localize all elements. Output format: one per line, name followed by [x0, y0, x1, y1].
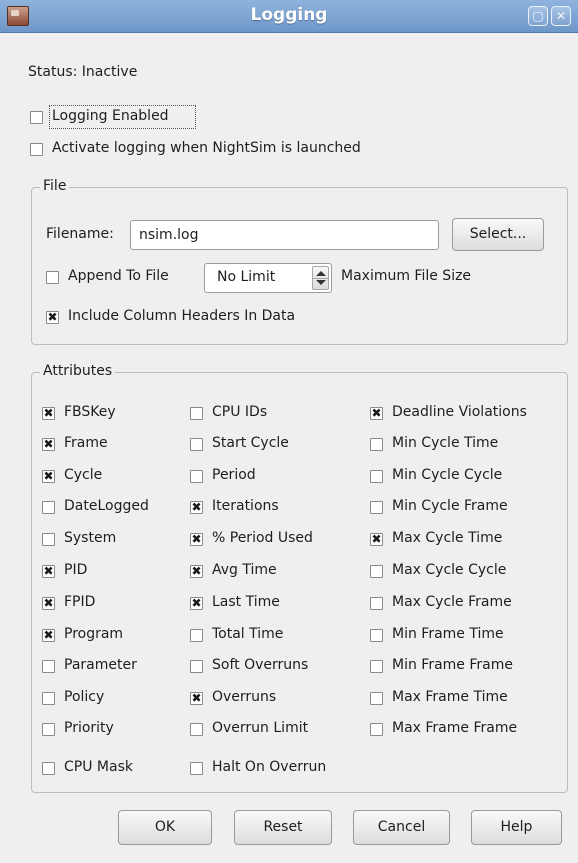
include-headers-checkbox[interactable]: ✖	[46, 311, 59, 324]
attr-iterations-label[interactable]: Iterations	[212, 498, 279, 514]
attr-halt-on-overrun-checkbox[interactable]	[190, 762, 203, 775]
attr-last-time-checkbox[interactable]: ✖	[190, 597, 203, 610]
attr-system-checkbox[interactable]	[42, 533, 55, 546]
attr-fpid-label[interactable]: FPID	[64, 594, 95, 610]
spin-arrows-icon[interactable]	[312, 266, 329, 290]
attr-overrun-limit-checkbox[interactable]	[190, 723, 203, 736]
attr-parameter-label[interactable]: Parameter	[64, 657, 137, 673]
attr-max-frame-frame-checkbox[interactable]	[370, 723, 383, 736]
attr-min-cycle-cycle-checkbox[interactable]	[370, 470, 383, 483]
attr-max-cycle-time-label[interactable]: Max Cycle Time	[392, 530, 502, 546]
append-to-file-checkbox[interactable]	[46, 271, 59, 284]
attr-cpu-mask-label[interactable]: CPU Mask	[64, 759, 133, 775]
help-button[interactable]: Help	[471, 810, 562, 845]
attr-max-frame-frame-label[interactable]: Max Frame Frame	[392, 720, 517, 736]
activate-on-launch-checkbox[interactable]	[30, 143, 43, 156]
attr-halt-on-overrun-label[interactable]: Halt On Overrun	[212, 759, 326, 775]
attr-pid-checkbox[interactable]: ✖	[42, 565, 55, 578]
attr-start-cycle-checkbox[interactable]	[190, 438, 203, 451]
reset-button[interactable]: Reset	[234, 810, 332, 845]
attr-system-label[interactable]: System	[64, 530, 116, 546]
attr-max-cycle-cycle-label[interactable]: Max Cycle Cycle	[392, 562, 506, 578]
attr-cycle-label[interactable]: Cycle	[64, 467, 102, 483]
attr-total-time-label[interactable]: Total Time	[212, 626, 283, 642]
attr-deadline-violations-checkbox[interactable]: ✖	[370, 407, 383, 420]
attr-period-checkbox[interactable]	[190, 470, 203, 483]
attr-min-frame-time-label[interactable]: Min Frame Time	[392, 626, 504, 642]
attr-overruns-checkbox[interactable]: ✖	[190, 692, 203, 705]
attr-min-cycle-frame-label[interactable]: Min Cycle Frame	[392, 498, 508, 514]
attr-cpu-ids-label[interactable]: CPU IDs	[212, 404, 267, 420]
attr-max-cycle-cycle-checkbox[interactable]	[370, 565, 383, 578]
attr-deadline-violations-label[interactable]: Deadline Violations	[392, 404, 527, 420]
maximize-icon[interactable]: ▢	[528, 6, 548, 26]
attr-overrun-limit-label[interactable]: Overrun Limit	[212, 720, 308, 736]
attr-min-cycle-time-label[interactable]: Min Cycle Time	[392, 435, 498, 451]
attr-period-used-label[interactable]: % Period Used	[212, 530, 313, 546]
filename-label: Filename:	[46, 226, 114, 242]
attr-avg-time-checkbox[interactable]: ✖	[190, 565, 203, 578]
ok-button[interactable]: OK	[118, 810, 212, 845]
attr-last-time-label[interactable]: Last Time	[212, 594, 280, 610]
select-file-button[interactable]: Select...	[452, 218, 544, 251]
window-title: Logging	[250, 5, 328, 25]
attr-cpu-mask-checkbox[interactable]	[42, 762, 55, 775]
append-to-file-label[interactable]: Append To File	[68, 268, 169, 284]
attr-frame-checkbox[interactable]: ✖	[42, 438, 55, 451]
logging-enabled-checkbox[interactable]	[30, 111, 43, 124]
attr-cpu-ids-checkbox[interactable]	[190, 407, 203, 420]
spin-down-icon[interactable]	[316, 280, 326, 285]
spin-up-icon[interactable]	[316, 271, 326, 276]
attr-min-frame-time-checkbox[interactable]	[370, 629, 383, 642]
max-file-size-value: No Limit	[217, 269, 276, 285]
file-group-title: File	[40, 178, 70, 194]
attr-period-used-checkbox[interactable]: ✖	[190, 533, 203, 546]
logging-enabled-label[interactable]: Logging Enabled	[52, 108, 169, 124]
attr-parameter-checkbox[interactable]	[42, 660, 55, 673]
attr-min-cycle-frame-checkbox[interactable]	[370, 501, 383, 514]
attr-start-cycle-label[interactable]: Start Cycle	[212, 435, 289, 451]
attr-min-cycle-time-checkbox[interactable]	[370, 438, 383, 451]
attr-priority-checkbox[interactable]	[42, 723, 55, 736]
attr-max-frame-time-label[interactable]: Max Frame Time	[392, 689, 508, 705]
attr-priority-label[interactable]: Priority	[64, 720, 114, 736]
status-label: Status: Inactive	[28, 64, 138, 80]
close-icon[interactable]: ✕	[551, 6, 571, 26]
attr-policy-checkbox[interactable]	[42, 692, 55, 705]
max-file-size-spinbox[interactable]: No Limit	[204, 263, 332, 293]
attr-pid-label[interactable]: PID	[64, 562, 87, 578]
attr-policy-label[interactable]: Policy	[64, 689, 104, 705]
attr-soft-overruns-checkbox[interactable]	[190, 660, 203, 673]
attr-fpid-checkbox[interactable]: ✖	[42, 597, 55, 610]
attr-min-frame-frame-checkbox[interactable]	[370, 660, 383, 673]
attr-iterations-checkbox[interactable]: ✖	[190, 501, 203, 514]
cancel-button[interactable]: Cancel	[353, 810, 450, 845]
attr-frame-label[interactable]: Frame	[64, 435, 108, 451]
attr-program-label[interactable]: Program	[64, 626, 123, 642]
attr-period-label[interactable]: Period	[212, 467, 256, 483]
include-headers-label[interactable]: Include Column Headers In Data	[68, 308, 295, 324]
activate-on-launch-label[interactable]: Activate logging when NightSim is launch…	[52, 140, 361, 156]
max-file-size-label: Maximum File Size	[341, 268, 472, 284]
attributes-group-title: Attributes	[40, 363, 116, 379]
title-bar[interactable]: Logging ▢ ✕	[0, 0, 578, 33]
attr-overruns-label[interactable]: Overruns	[212, 689, 276, 705]
attr-max-cycle-time-checkbox[interactable]: ✖	[370, 533, 383, 546]
attr-datelogged-checkbox[interactable]	[42, 501, 55, 514]
attr-fbskey-label[interactable]: FBSKey	[64, 404, 116, 420]
attr-soft-overruns-label[interactable]: Soft Overruns	[212, 657, 308, 673]
attr-fbskey-checkbox[interactable]: ✖	[42, 407, 55, 420]
attr-min-cycle-cycle-label[interactable]: Min Cycle Cycle	[392, 467, 502, 483]
attr-min-frame-frame-label[interactable]: Min Frame Frame	[392, 657, 513, 673]
attr-program-checkbox[interactable]: ✖	[42, 629, 55, 642]
attr-max-cycle-frame-label[interactable]: Max Cycle Frame	[392, 594, 512, 610]
attr-max-cycle-frame-checkbox[interactable]	[370, 597, 383, 610]
attr-avg-time-label[interactable]: Avg Time	[212, 562, 277, 578]
filename-input[interactable]	[130, 220, 439, 250]
attr-datelogged-label[interactable]: DateLogged	[64, 498, 149, 514]
attr-max-frame-time-checkbox[interactable]	[370, 692, 383, 705]
attr-cycle-checkbox[interactable]: ✖	[42, 470, 55, 483]
attr-total-time-checkbox[interactable]	[190, 629, 203, 642]
